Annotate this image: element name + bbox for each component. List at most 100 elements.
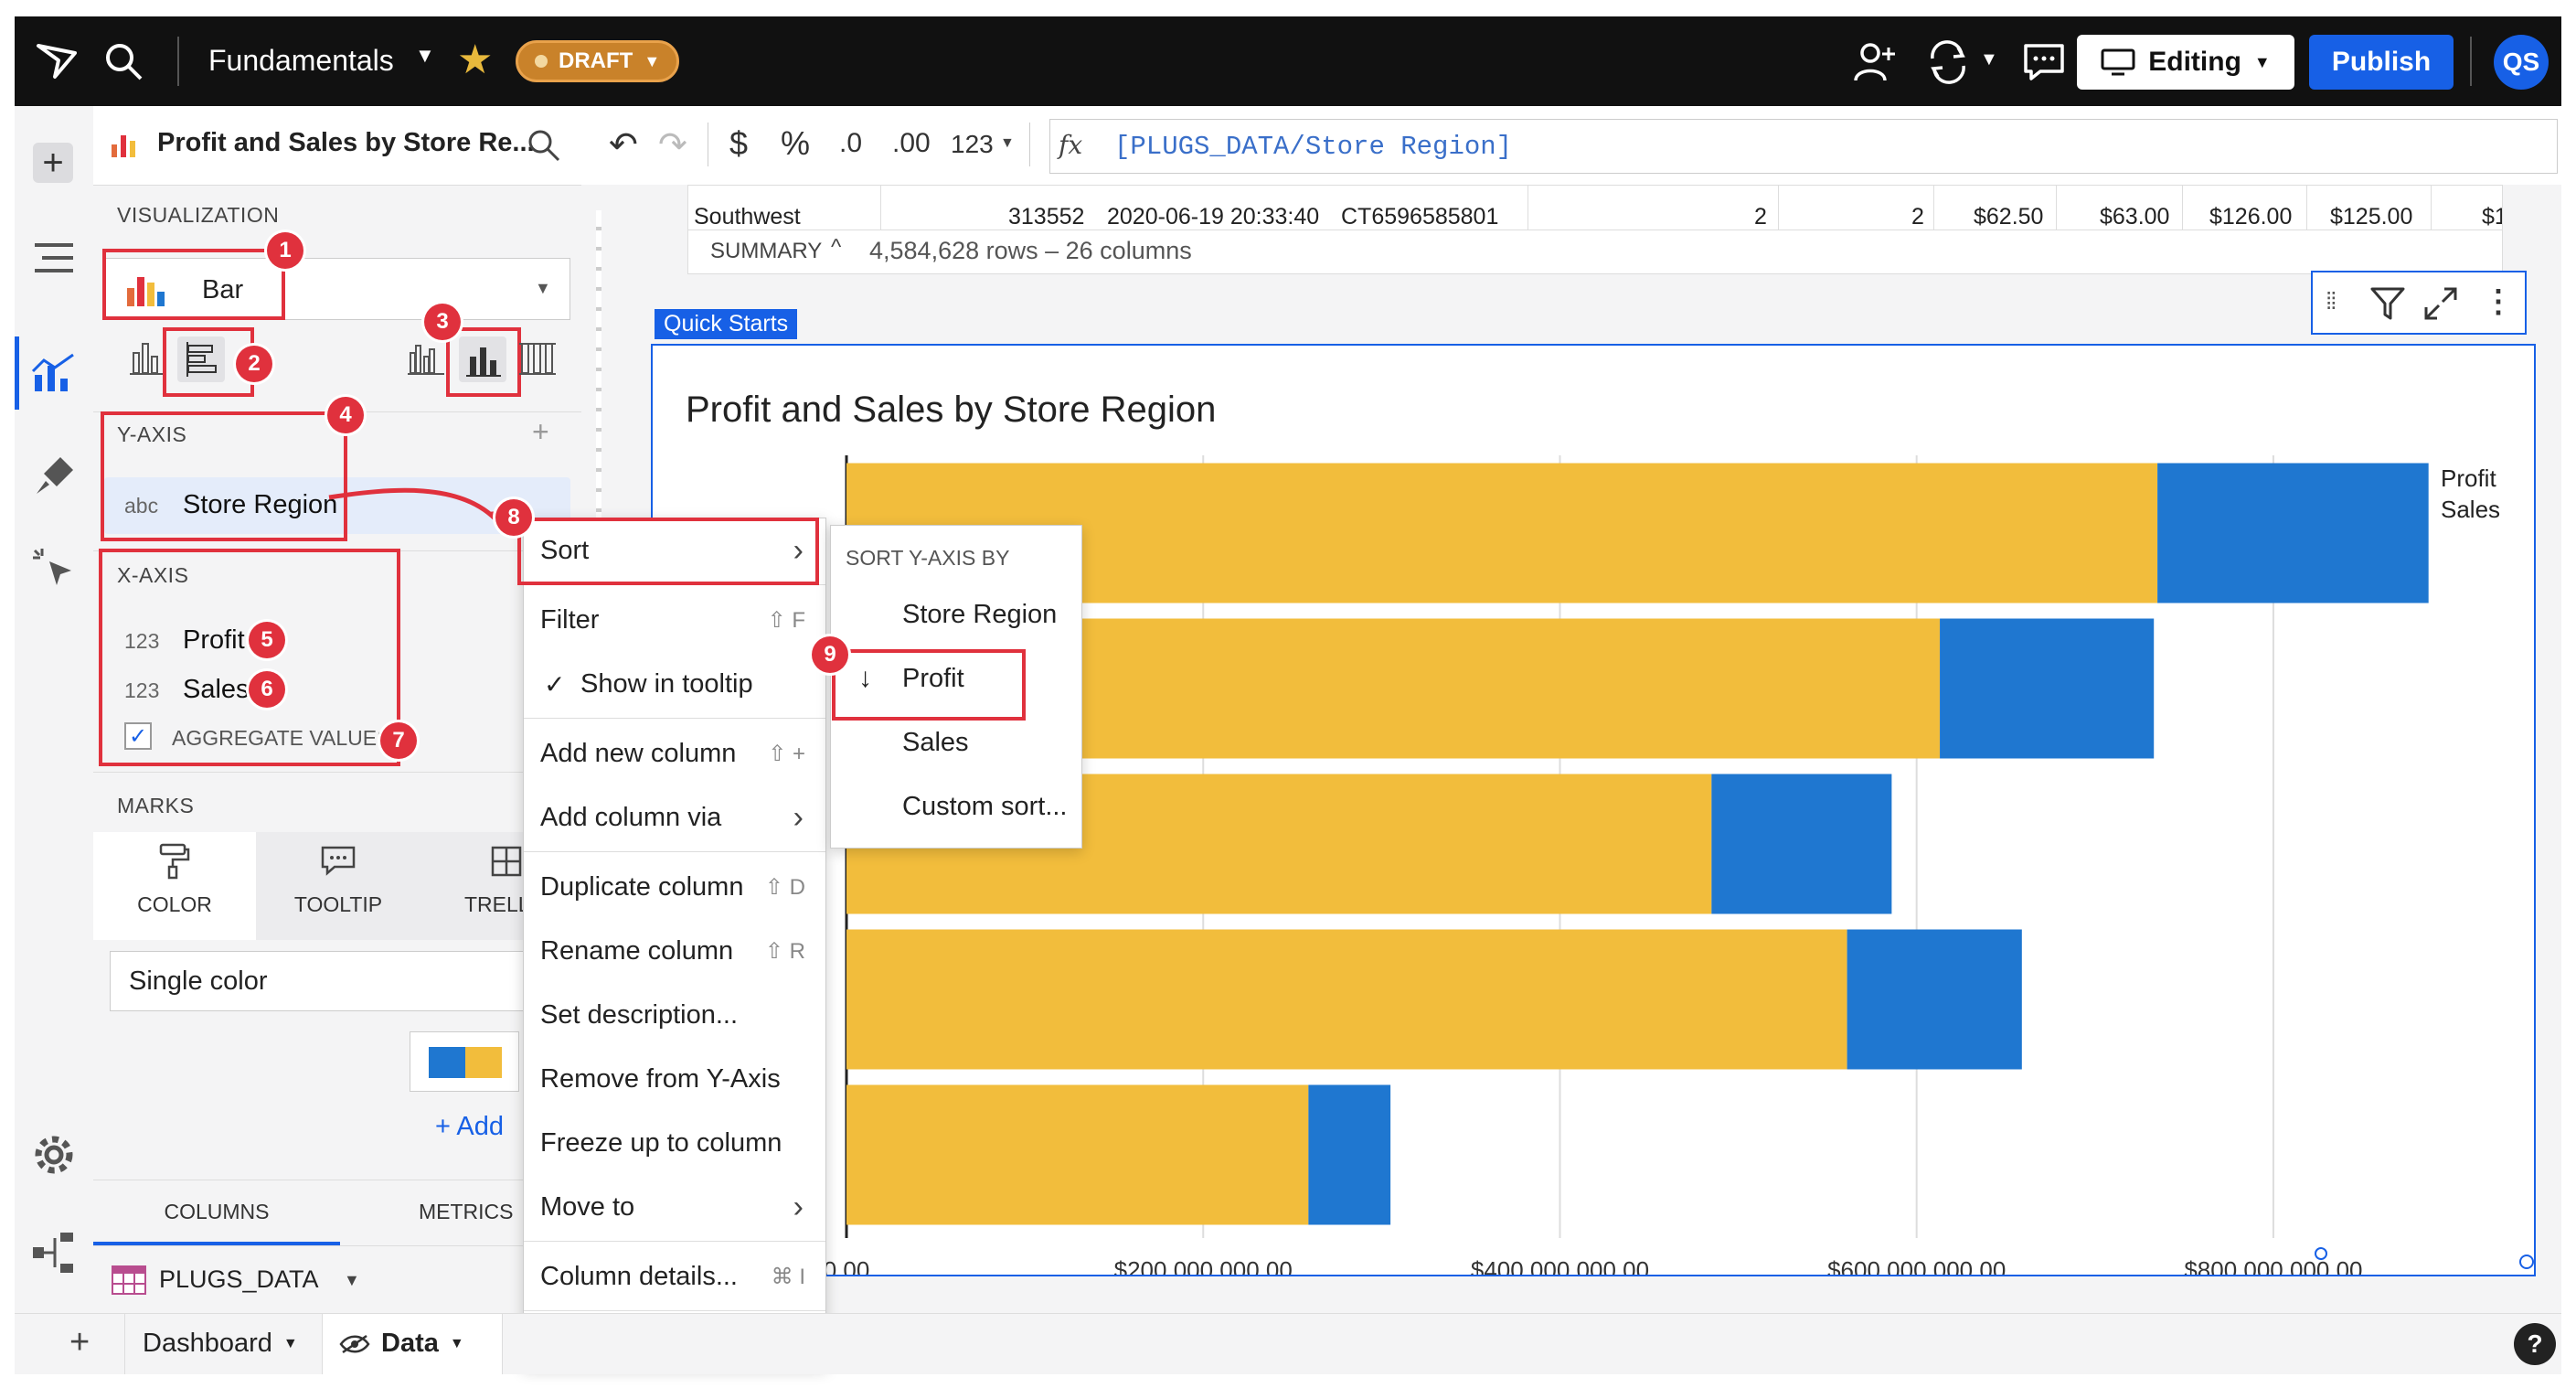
element-title[interactable]: Profit and Sales by Store Re... <box>157 128 535 158</box>
comment-icon[interactable] <box>2022 42 2066 82</box>
bar-profit-5[interactable] <box>1308 1084 1391 1225</box>
menu-item-duplicate-column[interactable]: Duplicate column ⇧ D <box>524 855 825 919</box>
star-icon[interactable]: ★ <box>457 37 493 83</box>
tooltip-icon <box>321 846 356 876</box>
table-cell: 2 <box>1911 204 1924 230</box>
menu-item-label: Store Region <box>902 599 1058 629</box>
menu-separator <box>524 718 825 719</box>
chevron-down-icon[interactable]: ▼ <box>1000 135 1015 152</box>
menu-item-move-to[interactable]: Move to › <box>524 1175 825 1239</box>
resize-handle[interactable] <box>2315 1247 2327 1260</box>
format-brush-icon[interactable] <box>33 454 77 497</box>
menu-item-rename-column[interactable]: Rename column ⇧ R <box>524 919 825 983</box>
cell-border <box>2182 186 2183 230</box>
refresh-icon[interactable] <box>1925 40 1971 84</box>
bar-profit-3[interactable] <box>1711 774 1892 914</box>
menu-item-show-in-tooltip[interactable]: ✓ Show in tooltip <box>524 652 825 716</box>
sort-by-store-region[interactable]: Store Region <box>831 582 1081 646</box>
page-tab-data[interactable]: Data ▼ <box>322 1314 503 1374</box>
cell-border <box>1933 186 1934 230</box>
add-user-icon[interactable] <box>1852 40 1900 84</box>
search-icon[interactable] <box>102 40 144 82</box>
trellis-icon <box>491 846 522 877</box>
color-mode-dropdown[interactable]: Single color <box>110 951 576 1011</box>
currency-format-button[interactable]: $ <box>729 124 748 163</box>
bar-profit-4[interactable] <box>1847 929 2022 1070</box>
filter-icon[interactable] <box>2369 285 2406 322</box>
redo-icon[interactable]: ↷ <box>658 124 687 165</box>
percent-format-button[interactable]: % <box>781 124 810 163</box>
marks-tab-color[interactable]: COLOR <box>93 832 256 940</box>
avatar[interactable]: QS <box>2494 35 2549 90</box>
x-tick-label: $200,000,000.00 <box>1114 1256 1293 1275</box>
vertical-bar-icon[interactable] <box>130 340 163 377</box>
bar-sales-4[interactable] <box>846 929 1847 1070</box>
grouped-bar-icon[interactable] <box>408 340 444 377</box>
formula-bar[interactable]: [PLUGS_DATA/Store Region] <box>1049 119 2558 174</box>
element-properties-icon[interactable] <box>31 351 77 395</box>
draft-badge[interactable]: DRAFT ▼ <box>516 40 680 82</box>
outline-icon[interactable] <box>35 241 73 274</box>
menu-item-label: Sales <box>902 727 969 757</box>
marks-tab-tooltip[interactable]: TOOLTIP <box>256 832 420 940</box>
bar-sales-5[interactable] <box>846 1084 1309 1225</box>
annotation-badge-2: 2 <box>236 346 272 382</box>
data-table-strip[interactable]: Southwest 313552 2020-06-19 20:33:40 CT6… <box>687 185 2503 274</box>
bar-profit-2[interactable] <box>1940 618 2155 759</box>
add-element-icon[interactable]: + <box>33 143 73 183</box>
decrease-decimals-button[interactable]: .0 <box>839 128 862 159</box>
search-icon[interactable] <box>527 128 561 163</box>
chevron-up-icon[interactable]: ^ <box>831 235 841 261</box>
menu-item-set-description[interactable]: Set description... <box>524 983 825 1047</box>
add-page-icon[interactable]: + <box>69 1323 90 1362</box>
help-icon[interactable]: ? <box>2514 1323 2556 1365</box>
number-format-button[interactable]: 123 <box>951 130 994 159</box>
menu-item-add-new-column[interactable]: Add new column ⇧ + <box>524 721 825 785</box>
cell-border <box>1778 186 1779 230</box>
page-tab-label: Data <box>381 1329 439 1358</box>
actions-cursor-icon[interactable] <box>31 545 77 591</box>
settings-gear-icon[interactable] <box>33 1134 75 1176</box>
menu-item-filter[interactable]: Filter ⇧ F <box>524 588 825 652</box>
menu-item-freeze-up-to-column[interactable]: Freeze up to column <box>524 1111 825 1175</box>
sigma-logo-icon[interactable] <box>35 40 80 82</box>
undo-icon[interactable]: ↶ <box>609 124 638 165</box>
chevron-down-icon: ▼ <box>449 1335 464 1351</box>
bar-profit-1[interactable] <box>2157 463 2429 603</box>
color-mode-label: Single color <box>129 966 268 996</box>
title-caret-icon[interactable]: ▼ <box>415 44 435 68</box>
marks-tab-label: TOOLTIP <box>293 892 383 916</box>
table-cell: 313552 <box>1008 204 1085 230</box>
draft-dot-icon <box>535 55 548 68</box>
menu-item-add-column-via[interactable]: Add column via › <box>524 785 825 849</box>
table-cell: $63.00 <box>2100 204 2170 230</box>
tab-columns[interactable]: COLUMNS <box>93 1181 340 1245</box>
expand-icon[interactable] <box>2422 285 2459 322</box>
menu-item-label: Freeze up to column <box>540 1127 782 1158</box>
source-selector[interactable]: PLUGS_DATA ▼ <box>110 1255 366 1306</box>
drag-handle-icon[interactable]: ⁞⁞ <box>2326 287 2337 315</box>
refresh-caret-icon[interactable]: ▼ <box>1980 49 1998 70</box>
table-icon <box>112 1265 146 1295</box>
editing-button[interactable]: Editing ▼ <box>2077 35 2294 90</box>
more-options-icon[interactable]: ⋮ <box>2483 283 2514 320</box>
publish-button[interactable]: Publish <box>2309 35 2454 90</box>
divider <box>2470 37 2472 86</box>
color-swatch-picker[interactable] <box>410 1031 519 1092</box>
add-color-link[interactable]: + Add <box>435 1112 504 1142</box>
increase-decimals-button[interactable]: .00 <box>892 128 931 159</box>
lineage-icon[interactable] <box>31 1233 77 1273</box>
page-tab-dashboard[interactable]: Dashboard ▼ <box>143 1329 298 1359</box>
divider <box>124 1314 125 1374</box>
menu-item-remove-from-y-axis[interactable]: Remove from Y-Axis <box>524 1047 825 1111</box>
editing-label: Editing <box>2148 47 2241 77</box>
workbook-title[interactable]: Fundamentals <box>208 44 394 78</box>
table-row[interactable]: Southwest 313552 2020-06-19 20:33:40 CT6… <box>688 186 2502 230</box>
x-tick-label: $600,000,000.00 <box>1827 1256 2006 1275</box>
percent-stacked-bar-icon[interactable] <box>519 340 556 377</box>
resize-handle[interactable] <box>2519 1255 2534 1269</box>
custom-sort[interactable]: Custom sort... <box>831 774 1081 838</box>
add-y-axis-icon[interactable]: + <box>532 415 549 449</box>
menu-item-column-details[interactable]: Column details... ⌘ I <box>524 1244 825 1308</box>
element-toolbar: ⁞⁞ ⋮ <box>2311 271 2527 335</box>
